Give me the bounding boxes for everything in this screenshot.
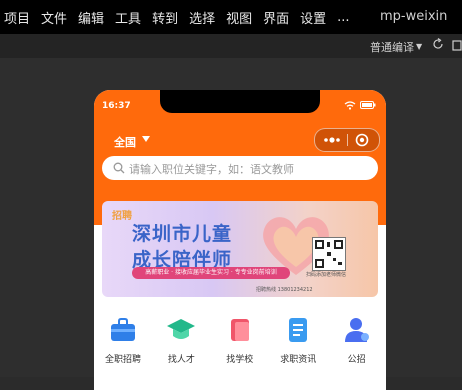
- school-book-icon: [230, 319, 249, 341]
- caret-down-icon[interactable]: [142, 136, 150, 142]
- region-selector[interactable]: 全国: [114, 134, 136, 150]
- category-fulltime-jobs[interactable]: 全职招聘: [94, 310, 152, 370]
- job-search-input[interactable]: 请输入职位关键字，如：语文教师: [102, 156, 378, 180]
- menu-goto[interactable]: 转到: [152, 8, 178, 27]
- graduation-cap-icon: [167, 319, 196, 339]
- category-public-recruit[interactable]: 公招: [328, 310, 386, 370]
- phone-notch: [160, 90, 320, 113]
- qr-code: [312, 237, 346, 271]
- wifi-icon: [344, 101, 356, 110]
- person-icon: [344, 318, 369, 342]
- menu-settings[interactable]: 设置: [300, 8, 326, 27]
- refresh-icon[interactable]: [432, 38, 444, 50]
- compile-mode-select[interactable]: 普通编译: [370, 39, 414, 55]
- news-icon: [289, 318, 308, 342]
- menu-view[interactable]: 视图: [226, 8, 252, 27]
- category-find-school[interactable]: 找学校: [211, 310, 269, 370]
- menu-select[interactable]: 选择: [189, 8, 215, 27]
- banner-ribbon: 高薪职业 · 接收应届毕业生实习 · 专专业岗前培训: [132, 267, 290, 279]
- menu-more[interactable]: ...: [337, 10, 349, 25]
- miniprogram-capsule: [314, 128, 380, 152]
- menu-file[interactable]: 文件: [41, 8, 67, 27]
- briefcase-icon: [111, 318, 135, 341]
- category-label: 全职招聘: [104, 355, 141, 365]
- status-time: 16:37: [102, 101, 131, 111]
- phone-screen: 16:37 全国 请输入职位关键字，如：语文教师 招聘 深圳市儿童 成长陪伴师 …: [94, 90, 386, 390]
- search-placeholder: 请输入职位关键字，如：语文教师: [129, 163, 294, 176]
- category-job-news[interactable]: 求职资讯: [269, 310, 327, 370]
- more-dots-icon[interactable]: [321, 134, 343, 146]
- menu-interface[interactable]: 界面: [263, 8, 289, 27]
- category-label: 公招: [347, 355, 366, 365]
- category-find-talent[interactable]: 找人才: [152, 310, 210, 370]
- category-label: 找人才: [167, 355, 195, 365]
- menubar: 项目 文件 编辑 工具 转到 选择 视图 界面 设置 ... mp-weixin: [0, 0, 462, 34]
- category-label: 求职资讯: [280, 355, 317, 365]
- toolbar: 普通编译 ▼: [0, 34, 462, 59]
- menu-project[interactable]: 项目: [4, 8, 30, 27]
- capsule-divider: [347, 134, 348, 146]
- search-icon: [113, 162, 125, 174]
- chevron-down-icon[interactable]: ▼: [416, 42, 422, 51]
- recruit-banner[interactable]: 招聘 深圳市儿童 成长陪伴师 高薪职业 · 接收应届毕业生实习 · 专专业岗前培…: [102, 201, 378, 297]
- category-label: 找学校: [226, 355, 254, 365]
- battery-icon: [360, 101, 376, 109]
- banner-contact: 招聘热线 13801234212: [256, 287, 313, 293]
- app-title: mp-weixin: [380, 9, 448, 24]
- exit-circle-icon[interactable]: [355, 133, 369, 147]
- simulator-area: 16:37 全国 请输入职位关键字，如：语文教师 招聘 深圳市儿童 成长陪伴师 …: [0, 58, 462, 390]
- banner-tag: 招聘: [112, 211, 132, 222]
- menu-edit[interactable]: 编辑: [78, 8, 104, 27]
- banner-title-line1: 深圳市儿童: [132, 223, 233, 245]
- qr-label: 扫码添加老师微信: [306, 272, 347, 278]
- menu-tools[interactable]: 工具: [115, 8, 141, 27]
- clear-cache-icon[interactable]: [452, 39, 462, 51]
- category-grid: 全职招聘 找人才 找学校 求职资讯 公招: [94, 310, 386, 370]
